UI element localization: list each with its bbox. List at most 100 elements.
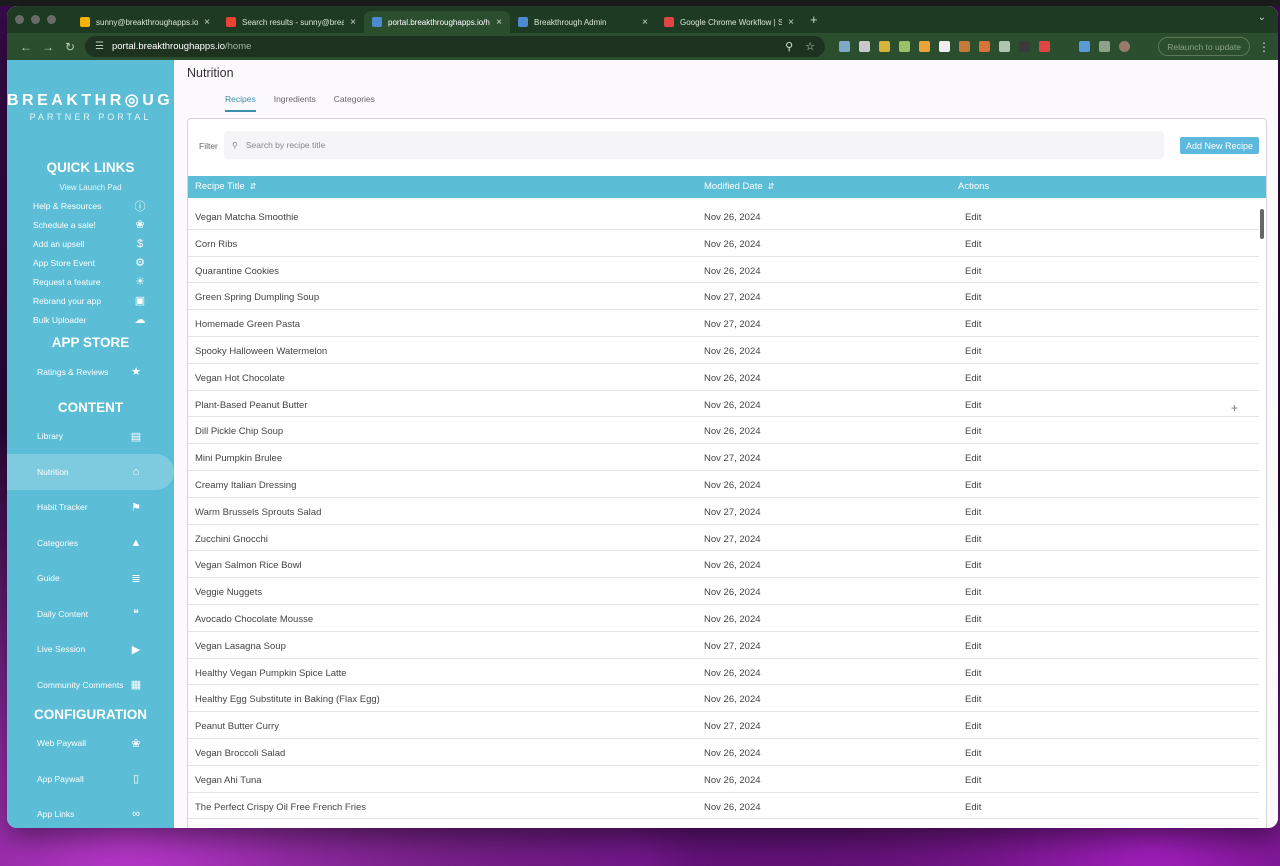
- profile-avatar[interactable]: [1119, 41, 1130, 52]
- relaunch-button[interactable]: Relaunch to update: [1158, 37, 1250, 56]
- edit-link[interactable]: Edit: [965, 587, 981, 598]
- edit-link[interactable]: Edit: [965, 266, 981, 277]
- edit-link[interactable]: Edit: [965, 480, 981, 491]
- table-row[interactable]: Corn Ribs Nov 26, 2024 Edit: [188, 230, 1259, 257]
- table-row[interactable]: Green Spring Dumpling Soup Nov 27, 2024 Ed…: [188, 283, 1259, 311]
- maximize-window-button[interactable]: [47, 15, 56, 24]
- sidebar-item-web-paywall[interactable]: Web Paywall ❀: [7, 726, 174, 762]
- table-row[interactable]: Vegan Ahi Tuna Nov 26, 2024 Edit: [188, 766, 1259, 793]
- close-tab-icon[interactable]: ×: [642, 17, 648, 28]
- table-row[interactable]: Homemade Green Pasta Nov 27, 2024 Edit: [188, 310, 1259, 337]
- sidebar-item-rebrand-your-app[interactable]: Rebrand your app ▣: [7, 291, 174, 310]
- table-row[interactable]: Warm Brussels Sprouts Salad Nov 27, 2024 E…: [188, 498, 1259, 525]
- sidebar-item-app-links[interactable]: App Links ∞: [7, 797, 174, 829]
- table-row[interactable]: Healthy Egg Substitute in Baking (Flax E…: [188, 685, 1259, 713]
- sidebar-item-nutrition[interactable]: Nutrition ⌂: [7, 454, 174, 490]
- table-row[interactable]: Vegan Matcha Smoothie Nov 26, 2024 Edit: [188, 203, 1259, 230]
- close-tab-icon[interactable]: ×: [788, 17, 794, 28]
- extension-icon[interactable]: [1039, 41, 1050, 52]
- sidebar-item-library[interactable]: Library ▤: [7, 419, 174, 455]
- edit-link[interactable]: Edit: [965, 453, 981, 464]
- tab-search-chevron-icon[interactable]: ⌄: [1258, 12, 1266, 23]
- search-input[interactable]: ⚲ Search by recipe title: [224, 131, 1164, 159]
- edit-link[interactable]: Edit: [965, 346, 981, 357]
- edit-link[interactable]: Edit: [965, 694, 981, 705]
- sidebar-item-app-store-event[interactable]: App Store Event ⚙: [7, 253, 174, 272]
- extension-icon[interactable]: [959, 41, 970, 52]
- sidebar-item-habit-tracker[interactable]: Habit Tracker ⚑: [7, 490, 174, 526]
- browser-tab[interactable]: portal.breakthroughapps.io/home ×: [364, 11, 510, 33]
- close-tab-icon[interactable]: ×: [204, 17, 210, 28]
- table-row[interactable]: Vegan Salmon Rice Bowl Nov 26, 2024 Edit: [188, 551, 1259, 579]
- view-launch-pad-link[interactable]: View Launch Pad: [7, 183, 174, 192]
- table-row[interactable]: Healthy Vegan Pumpkin Spice Latte Nov 26,…: [188, 659, 1259, 686]
- table-row[interactable]: Plant-Based Peanut Butter Nov 26, 2024 Edi…: [188, 391, 1259, 418]
- extension-icon[interactable]: [999, 41, 1010, 52]
- edit-link[interactable]: Edit: [965, 292, 981, 303]
- brand-logo[interactable]: BREAKTHR◎UGH PARTNER PORTAL: [7, 60, 174, 152]
- sidebar-item-ratings-reviews[interactable]: Ratings & Reviews ★: [7, 354, 174, 390]
- close-tab-icon[interactable]: ×: [350, 17, 356, 28]
- table-row[interactable]: Quarantine Cookies Nov 26, 2024 Edit: [188, 257, 1259, 284]
- tab-categories[interactable]: Categories: [334, 94, 375, 112]
- edit-link[interactable]: Edit: [965, 534, 981, 545]
- sort-icon[interactable]: ⇵: [250, 182, 257, 191]
- zoom-icon[interactable]: ⚲: [785, 40, 793, 53]
- sidebar-item-guide[interactable]: Guide ≣: [7, 561, 174, 597]
- table-row[interactable]: Vegan Broccoli Salad Nov 26, 2024 Edit: [188, 739, 1259, 766]
- sidebar-item-help-resources[interactable]: Help & Resources ⓘ: [7, 196, 174, 215]
- forward-arrow-icon[interactable]: →: [37, 40, 59, 54]
- browser-tab[interactable]: Search results - sunny@breakthroughapps.…: [218, 11, 364, 33]
- edit-link[interactable]: Edit: [965, 748, 981, 759]
- close-window-button[interactable]: [15, 15, 24, 24]
- browser-tab[interactable]: Google Chrome Workflow | S ×: [656, 11, 802, 33]
- extension-icon[interactable]: [859, 41, 870, 52]
- site-info-icon[interactable]: ☰: [95, 41, 104, 52]
- minimize-window-button[interactable]: [31, 15, 40, 24]
- tab-ingredients[interactable]: Ingredients: [274, 94, 316, 112]
- sort-icon[interactable]: ⇵: [768, 182, 775, 191]
- table-row[interactable]: Veggie Nuggets Nov 26, 2024 Edit: [188, 578, 1259, 605]
- column-header-modified-date[interactable]: Modified Date ⇵: [704, 181, 774, 192]
- column-header-recipe-title[interactable]: Recipe Title ⇵: [195, 181, 256, 192]
- extensions-puzzle-icon[interactable]: [1099, 41, 1110, 52]
- browser-tab[interactable]: sunny@breakthroughapps.io ×: [72, 11, 218, 33]
- sidebar-item-categories[interactable]: Categories ▲: [7, 525, 174, 561]
- edit-link[interactable]: Edit: [965, 239, 981, 250]
- edit-link[interactable]: Edit: [965, 614, 981, 625]
- back-arrow-icon[interactable]: ←: [15, 40, 37, 54]
- table-row[interactable]: The Perfect Crispy Oil Free French Fries…: [188, 793, 1259, 820]
- bookmark-star-icon[interactable]: ☆: [805, 40, 815, 53]
- address-bar[interactable]: ☰ portal.breakthroughapps.io/home ⚲ ☆: [85, 36, 825, 57]
- extension-icon[interactable]: [879, 41, 890, 52]
- table-row[interactable]: Zucchini Gnocchi Nov 27, 2024 Edit: [188, 525, 1259, 552]
- extension-icon[interactable]: [899, 41, 910, 52]
- extension-icon[interactable]: [839, 41, 850, 52]
- extension-icon[interactable]: [919, 41, 930, 52]
- add-new-recipe-button[interactable]: Add New Recipe: [1179, 137, 1259, 154]
- table-row[interactable]: Avocado Chocolate Mousse Nov 26, 2024 Edit: [188, 605, 1259, 632]
- sidebar-item-live-session[interactable]: Live Session ▶: [7, 632, 174, 668]
- table-row[interactable]: Vegan Hot Chocolate Nov 26, 2024 Edit: [188, 364, 1259, 391]
- sidebar-item-schedule-a-sale[interactable]: Schedule a sale! ❀: [7, 215, 174, 234]
- sidebar-item-bulk-uploader[interactable]: Bulk Uploader ☁: [7, 310, 174, 329]
- edit-link[interactable]: Edit: [965, 775, 981, 786]
- table-row[interactable]: Creamy Italian Dressing Nov 26, 2024 Edit: [188, 471, 1259, 498]
- tab-recipes[interactable]: Recipes: [225, 94, 256, 112]
- table-row[interactable]: Dill Pickle Chip Soup Nov 26, 2024 Edit: [188, 417, 1259, 445]
- browser-tab[interactable]: Breakthrough Admin ×: [510, 11, 656, 33]
- table-scrollbar[interactable]: [1260, 209, 1264, 239]
- edit-link[interactable]: Edit: [965, 319, 981, 330]
- sidebar-item-app-paywall[interactable]: App Paywall ▯: [7, 761, 174, 797]
- table-row[interactable]: Mini Pumpkin Brulee Nov 27, 2024 Edit: [188, 444, 1259, 471]
- plus-icon[interactable]: +: [1231, 401, 1238, 415]
- table-row[interactable]: Spooky Halloween Watermelon Nov 26, 2024 E…: [188, 337, 1259, 364]
- edit-link[interactable]: Edit: [965, 802, 981, 813]
- edit-link[interactable]: Edit: [965, 668, 981, 679]
- reload-icon[interactable]: ↻: [59, 40, 81, 54]
- edit-link[interactable]: Edit: [965, 212, 981, 223]
- extension-icon[interactable]: [1059, 41, 1070, 52]
- edit-link[interactable]: Edit: [965, 373, 981, 384]
- table-row[interactable]: Peanut Butter Curry Nov 27, 2024 Edit: [188, 712, 1259, 739]
- sidebar-item-community-comments[interactable]: Community Comments ▦: [7, 667, 174, 703]
